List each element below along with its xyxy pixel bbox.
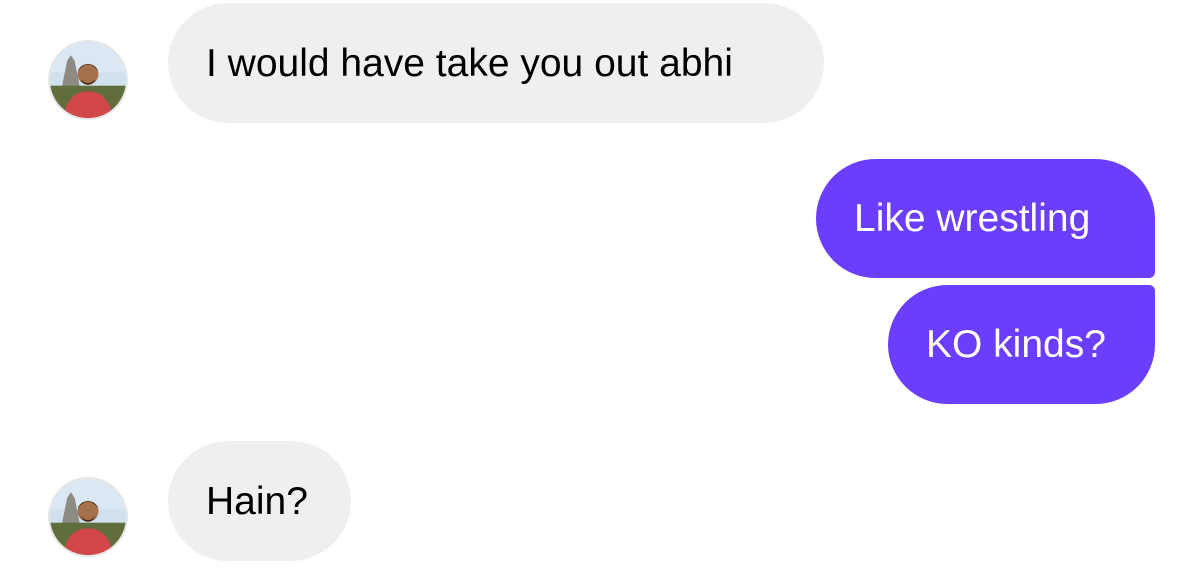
avatar-photo-icon xyxy=(50,479,126,555)
message-text: I would have take you out abhi xyxy=(206,41,733,85)
message-bubble-outgoing[interactable]: Like wrestling xyxy=(816,159,1155,278)
message-bubble-incoming[interactable]: I would have take you out abhi xyxy=(168,3,824,123)
sender-avatar[interactable] xyxy=(48,477,128,557)
sender-avatar[interactable] xyxy=(48,40,128,120)
message-text: KO kinds? xyxy=(926,323,1106,366)
message-text: Hain? xyxy=(206,479,308,523)
message-bubble-incoming[interactable]: Hain? xyxy=(168,441,351,561)
message-text: Like wrestling xyxy=(854,197,1091,240)
message-bubble-outgoing[interactable]: KO kinds? xyxy=(888,285,1155,404)
avatar-photo-icon xyxy=(50,42,126,118)
